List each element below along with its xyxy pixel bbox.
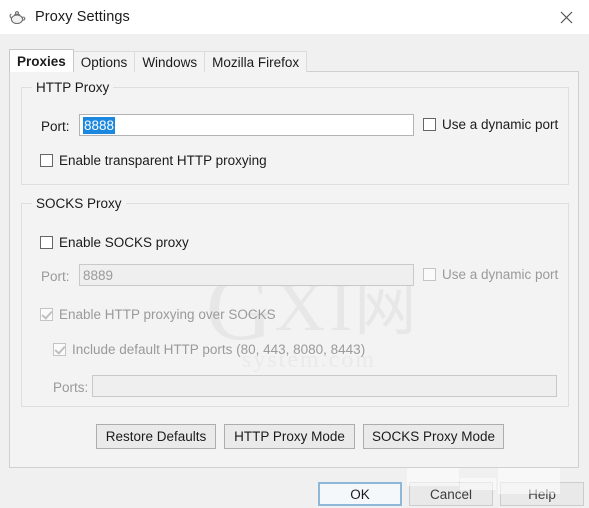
tab-mozilla-firefox[interactable]: Mozilla Firefox (204, 51, 308, 72)
socks-proxy-mode-button[interactable]: SOCKS Proxy Mode (363, 424, 504, 449)
checkbox-box (423, 268, 436, 281)
http-proxy-mode-button[interactable]: HTTP Proxy Mode (224, 424, 355, 449)
http-port-input[interactable]: 8888 (79, 114, 414, 136)
enable-socks-proxy-label: Enable SOCKS proxy (59, 235, 189, 250)
http-dynamic-port-checkbox[interactable]: Use a dynamic port (423, 117, 558, 132)
ok-label: OK (350, 486, 370, 502)
include-default-http-ports-checkbox[interactable]: Include default HTTP ports (80, 443, 808… (53, 342, 365, 357)
tab-options[interactable]: Options (72, 51, 136, 72)
proxies-tab-page: G X I 网 system.com HTTP Proxy Port: 8888… (9, 71, 579, 468)
restore-defaults-button[interactable]: Restore Defaults (96, 424, 216, 449)
socks-proxy-mode-label: SOCKS Proxy Mode (371, 429, 496, 444)
socks-ports-label: Ports: (53, 380, 89, 395)
checkbox-box (40, 154, 53, 167)
close-icon[interactable] (543, 0, 589, 34)
tab-proxies-label: Proxies (17, 53, 66, 69)
http-dynamic-port-label: Use a dynamic port (442, 117, 559, 132)
socks-ports-input[interactable] (92, 375, 557, 397)
restore-defaults-label: Restore Defaults (105, 429, 207, 444)
http-over-socks-checkbox[interactable]: Enable HTTP proxying over SOCKS (40, 307, 276, 322)
socks-port-value: 8889 (83, 267, 114, 283)
cancel-button[interactable]: Cancel (409, 482, 493, 506)
checkbox-box (40, 308, 53, 321)
http-proxy-group: HTTP Proxy (21, 80, 569, 185)
ok-button[interactable]: OK (318, 482, 402, 506)
title-bar: Proxy Settings (0, 0, 589, 34)
transparent-http-proxying-label: Enable transparent HTTP proxying (59, 153, 267, 168)
tab-mozilla-firefox-label: Mozilla Firefox (212, 54, 300, 70)
http-port-value: 8888 (83, 116, 116, 134)
transparent-http-proxying-checkbox[interactable]: Enable transparent HTTP proxying (40, 153, 267, 168)
checkbox-box (53, 343, 66, 356)
socks-port-input[interactable]: 8889 (79, 264, 414, 286)
socks-dynamic-port-checkbox[interactable]: Use a dynamic port (423, 267, 558, 282)
tab-strip: Proxies Options Windows Mozilla Firefox (9, 49, 580, 72)
teapot-icon (8, 7, 28, 27)
tab-proxies[interactable]: Proxies (9, 49, 74, 72)
http-over-socks-label: Enable HTTP proxying over SOCKS (59, 307, 276, 322)
socks-proxy-group-legend: SOCKS Proxy (32, 196, 126, 211)
help-button[interactable]: Help (500, 482, 584, 506)
checkbox-box (40, 236, 53, 249)
http-proxy-mode-label: HTTP Proxy Mode (234, 429, 345, 444)
include-default-http-ports-label: Include default HTTP ports (80, 443, 808… (72, 342, 366, 357)
help-label: Help (528, 486, 556, 502)
socks-dynamic-port-label: Use a dynamic port (442, 267, 559, 282)
http-proxy-group-legend: HTTP Proxy (32, 80, 114, 95)
checkbox-box (423, 118, 436, 131)
window-title: Proxy Settings (35, 9, 130, 25)
tab-windows-label: Windows (142, 54, 198, 70)
enable-socks-proxy-checkbox[interactable]: Enable SOCKS proxy (40, 235, 189, 250)
http-port-label: Port: (41, 119, 70, 134)
tab-options-label: Options (80, 54, 128, 70)
tab-windows[interactable]: Windows (134, 51, 206, 72)
socks-port-label: Port: (41, 269, 70, 284)
cancel-label: Cancel (429, 486, 473, 502)
